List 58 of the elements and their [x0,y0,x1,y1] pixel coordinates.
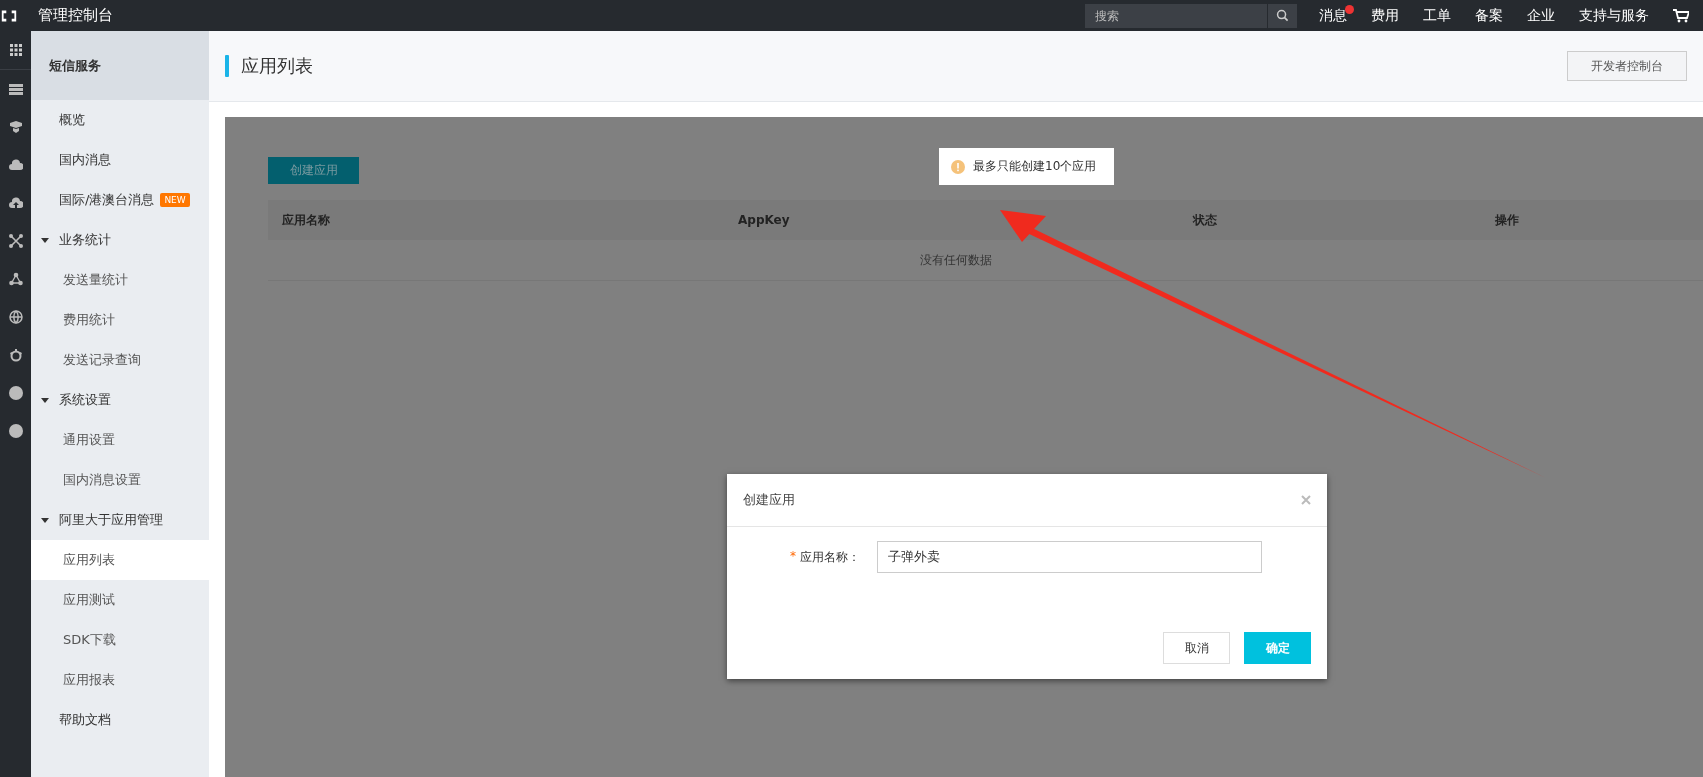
nav-link[interactable]: 支持与服务 [1579,6,1649,25]
sidebar-group[interactable]: 业务统计 [31,220,209,260]
cloud-icon[interactable] [8,158,23,172]
dialog-title: 创建应用 [743,491,795,509]
globe-icon[interactable] [8,310,23,324]
sidebar-group[interactable]: 阿里大于应用管理 [31,500,209,540]
group-label: 系统设置 [59,391,111,409]
nav-link[interactable]: 企业 [1527,6,1555,25]
search-field[interactable]: 搜索 [1085,3,1267,28]
sidebar-item[interactable]: 应用报表 [31,660,209,700]
sidebar-item[interactable]: 国内消息 [31,140,209,180]
sidebar-item[interactable]: 应用测试 [31,580,209,620]
server-icon[interactable] [8,82,23,96]
network-icon[interactable] [8,234,23,248]
sidebar-item[interactable]: 国内消息设置 [31,460,209,500]
logo-icon [0,8,18,23]
column-header: 操作 [1494,211,1520,229]
sidebar-item[interactable]: 帮助文档 [31,700,209,740]
search-button[interactable] [1267,3,1297,28]
column-header: 状态 [1191,211,1218,229]
new-tag: NEW [160,193,190,207]
required-mark: * [790,548,796,565]
sidebar-item[interactable]: 通用设置 [31,420,209,460]
cube-icon[interactable] [8,120,23,134]
sidebar-item[interactable]: 概览 [31,100,209,140]
sidebar-item[interactable]: 发送量统计 [31,260,209,300]
search-icon [1276,9,1289,22]
sidebar-item[interactable]: 应用列表 [31,540,209,580]
group-label: 阿里大于应用管理 [59,511,163,529]
developer-console-button[interactable]: 开发者控制台 [1567,51,1687,81]
nodes-icon[interactable] [8,272,23,286]
nav-link[interactable]: 费用 [1371,6,1399,25]
empty-message: 没有任何数据 [919,251,992,269]
sidebar-item[interactable]: 发送记录查询 [31,340,209,380]
cloud-upload-icon[interactable] [8,196,23,210]
toast-message: 最多只能创建10个应用 [973,158,1097,175]
warning-icon [951,159,965,174]
app-name-field[interactable]: 子弹外卖 [877,541,1262,573]
sidebar-item[interactable]: SDK下载 [31,620,209,660]
field-label: 应用名称： [800,548,860,566]
cart-icon[interactable] [1673,8,1689,23]
nav-link[interactable]: 消息 [1319,6,1347,25]
page-title: 应用列表 [241,54,313,78]
console-title[interactable]: 管理控制台 [38,6,113,25]
title-accent-bar [225,55,229,77]
circle-icon[interactable] [8,424,23,438]
column-header: AppKey [737,213,791,227]
sidebar-title: 短信服务 [31,31,209,100]
circle-icon[interactable] [8,386,23,400]
sidebar-group[interactable]: 系统设置 [31,380,209,420]
cancel-button[interactable]: 取消 [1163,632,1230,664]
nav-link[interactable]: 备案 [1475,6,1503,25]
sidebar-item[interactable]: 国际/港澳台消息 [59,191,155,209]
sidebar-item[interactable]: 费用统计 [31,300,209,340]
grid-icon[interactable] [8,43,23,57]
nav-link[interactable]: 工单 [1423,6,1451,25]
group-label: 业务统计 [59,231,111,249]
column-header: 应用名称 [281,211,331,229]
